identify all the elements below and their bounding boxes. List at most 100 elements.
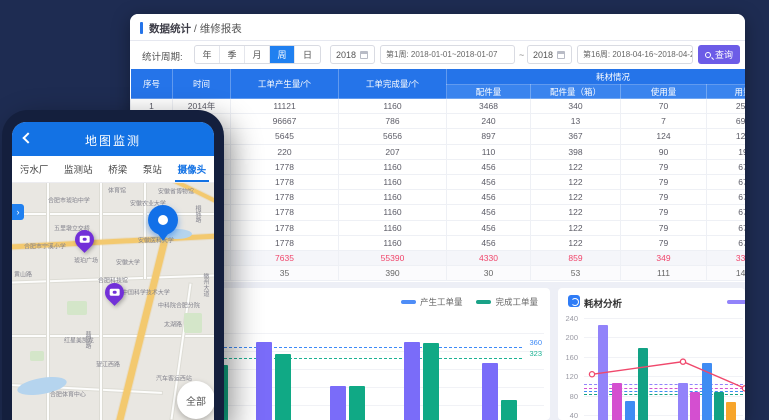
map-view[interactable]: › 全部 体育馆合肥市琥珀中学安徽农业大学安徽省博物馆桐城路五里墩立交桥合肥市宁…: [12, 183, 214, 420]
table-cell: 456: [447, 205, 531, 220]
phone-tab-污水厂[interactable]: 污水厂: [20, 156, 49, 182]
table-row: 12014年111211160346834070250: [131, 99, 746, 114]
table-cell: 7: [621, 114, 707, 129]
calendar-icon: [557, 51, 565, 59]
period-option-月[interactable]: 月: [245, 46, 270, 63]
map-label: 合肥市宁溪小学: [24, 241, 66, 250]
table-cell: 30: [447, 266, 531, 281]
breadcrumb-separator: /: [194, 23, 197, 35]
bar-产生工单量: [256, 342, 272, 420]
y-axis-tick: 120: [562, 372, 578, 381]
table-cell: 96667: [231, 114, 339, 129]
table-cell: 110: [447, 144, 531, 159]
table-cell: 35: [231, 266, 339, 281]
period-option-日[interactable]: 日: [295, 46, 320, 63]
phone-page-title: 地图监测: [12, 132, 214, 149]
end-week-input[interactable]: 第16周: 2018-04-16~2018-04-22: [577, 45, 693, 64]
table-cell: 1778: [231, 220, 339, 235]
table-cell: 897: [447, 129, 531, 144]
table-cell: 220: [231, 144, 339, 159]
map-park: [30, 351, 44, 361]
bar-产生工单量: [482, 363, 498, 420]
col-subheader: 使用量: [621, 85, 707, 99]
table-cell: 456: [447, 190, 531, 205]
table-cell: 1778: [231, 174, 339, 189]
table-cell: 11121: [231, 99, 339, 114]
map-label: 汽车客运西站: [156, 373, 192, 382]
table-row: 96667786240137690: [131, 114, 746, 129]
table-cell: 349: [621, 250, 707, 265]
map-label: 安徽大学: [116, 257, 140, 266]
phone-tab-摄像头[interactable]: 摄像头: [178, 156, 207, 182]
table-cell: 207: [339, 144, 447, 159]
col-subheader: 用量: [707, 85, 746, 99]
table-cell: 111: [621, 266, 707, 281]
map-label: 安徽医科大学: [138, 235, 174, 244]
table-cell: 786: [339, 114, 447, 129]
y-axis-tick: 160: [562, 353, 578, 362]
query-button[interactable]: 查询: [698, 45, 740, 64]
table-cell: 67: [707, 174, 746, 189]
bar-consumable: [714, 392, 724, 420]
map-label: 琥珀广场: [74, 255, 98, 264]
map-label: 中科院合肥分院: [158, 300, 200, 309]
table-cell: 456: [447, 235, 531, 250]
table-cell: 1160: [339, 99, 447, 114]
col-header-time: 时间: [173, 69, 231, 99]
phone-screen: 地图监测 污水厂监测站桥梁泵站摄像头 › 全部 体育馆合肥市琥珀中学安徽农业大学…: [12, 122, 214, 420]
phone-tab-泵站[interactable]: 泵站: [143, 156, 162, 182]
col-header-index: 序号: [131, 69, 173, 99]
table-cell: 122: [531, 220, 621, 235]
map-expand-button[interactable]: ›: [12, 204, 24, 220]
table-cell: 122: [531, 159, 621, 174]
phone-tab-bar: 污水厂监测站桥梁泵站摄像头: [12, 156, 214, 183]
table-cell: 79: [621, 220, 707, 235]
table-cell: 67: [707, 205, 746, 220]
table-cell: 79: [621, 159, 707, 174]
map-street: [100, 183, 102, 420]
table-cell: 67: [707, 220, 746, 235]
table-cell: 125: [707, 129, 746, 144]
bar-consumable: [625, 401, 635, 420]
breadcrumb-accent: [140, 22, 143, 34]
table-cell: 19: [707, 144, 746, 159]
table-cell: 456: [447, 174, 531, 189]
end-year-select[interactable]: 2018: [527, 45, 572, 64]
table-cell: 859: [531, 250, 621, 265]
table-cell: 3468: [447, 99, 531, 114]
start-week-input[interactable]: 第1周: 2018-01-01~2018-01-07: [380, 45, 515, 64]
table-cell: 124: [621, 129, 707, 144]
table-cell: 140: [707, 266, 746, 281]
table-cell: 67: [707, 159, 746, 174]
map-label: 合肥体育中心: [50, 389, 86, 398]
search-icon: [705, 52, 711, 58]
selected-location-pin[interactable]: [148, 205, 178, 235]
period-option-季[interactable]: 季: [220, 46, 245, 63]
period-option-年[interactable]: 年: [195, 46, 220, 63]
period-option-周[interactable]: 周: [270, 46, 295, 63]
map-all-button[interactable]: 全部: [177, 381, 214, 419]
table-cell: 90: [621, 144, 707, 159]
phone-tab-监测站[interactable]: 监测站: [64, 156, 93, 182]
table-cell: 1160: [339, 159, 447, 174]
bar-consumable: [598, 325, 608, 420]
map-label: 太湖路: [164, 319, 182, 328]
map-park: [67, 301, 87, 315]
table-cell: 367: [531, 129, 621, 144]
gridline: [584, 318, 743, 319]
table-cell: 1160: [339, 235, 447, 250]
table-cell: 340: [531, 99, 621, 114]
breadcrumb-section[interactable]: 数据统计: [149, 23, 191, 35]
table-cell: 398: [531, 144, 621, 159]
bar-consumable: [690, 392, 700, 420]
calendar-icon: [360, 51, 368, 59]
col-header-consumables-group: 耗材情况: [447, 69, 746, 85]
phone-tab-桥梁[interactable]: 桥梁: [108, 156, 127, 182]
table-cell: 122: [531, 190, 621, 205]
bar-consumable: [638, 348, 648, 420]
table-cell: 1778: [231, 159, 339, 174]
table-cell: 1778: [231, 190, 339, 205]
breadcrumb-bar: 数据统计 / 维修报表: [130, 14, 745, 41]
table-cell: 79: [621, 174, 707, 189]
start-year-select[interactable]: 2018: [330, 45, 375, 64]
